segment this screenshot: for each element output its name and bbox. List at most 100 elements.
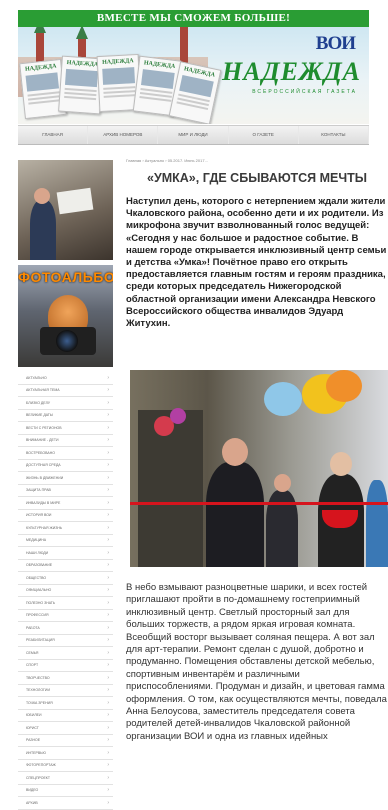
chevron-right-icon: › bbox=[107, 437, 109, 444]
sidebar-menu-item[interactable]: БЛИЗКО ДЕЛУ › bbox=[18, 397, 113, 410]
sidebar-menu-item[interactable]: ЖИЗНЬ В ДВИЖЕНИИ › bbox=[18, 472, 113, 485]
sidebar-menu-item[interactable]: ВЕЛИКИЕ ДАТЫ › bbox=[18, 410, 113, 422]
sidebar-menu-item-label: ОФИЦИАЛЬНО bbox=[26, 588, 52, 593]
chevron-right-icon: › bbox=[107, 524, 109, 531]
sidebar-menu-item[interactable]: РАЗНОЕ › bbox=[18, 735, 113, 747]
nav-item-world-people[interactable]: МИР И ЛЮДИ bbox=[158, 126, 229, 144]
chevron-right-icon: › bbox=[107, 712, 109, 719]
sidebar-menu-item[interactable]: ОБРАЗОВАНИЕ › bbox=[18, 560, 113, 572]
sidebar-menu-item-label: ЮРИСТ bbox=[26, 725, 39, 730]
sidebar-menu-item[interactable]: РАБОТА › bbox=[18, 622, 113, 635]
sidebar-menu-item[interactable]: ИНВАЛИДЫ В МИРЕ › bbox=[18, 497, 113, 510]
sidebar-menu-item-label: НАШИ ЛЮДИ bbox=[26, 550, 49, 555]
voi-logo[interactable]: ВОИ bbox=[316, 33, 356, 55]
boy-head bbox=[34, 188, 50, 204]
sidebar-menu-item-label: АРХИВ bbox=[26, 800, 38, 805]
sidebar-menu-item[interactable]: АКТУАЛЬНАЯ ТЕМА › bbox=[18, 385, 113, 397]
sidebar-menu-item[interactable]: ПОЛЕЗНО ЗНАТЬ › bbox=[18, 597, 113, 610]
sidebar-menu-item[interactable]: ЗАЩИТА ПРАВ › bbox=[18, 485, 113, 497]
sidebar-menu-item[interactable]: ВЕСТИ С РЕГИОНОВ › bbox=[18, 422, 113, 435]
sidebar-menu-item-label: ВИДЕО bbox=[26, 788, 39, 793]
sidebar-menu-item-label: МЕДИЦИНА bbox=[26, 538, 47, 543]
sidebar-menu-item-label: КУЛЬТУРНАЯ ЖИЗНЬ bbox=[26, 525, 63, 530]
sidebar-menu-item[interactable]: СПОРТ › bbox=[18, 660, 113, 672]
paper-masthead: НАДЕЖДА bbox=[143, 60, 176, 71]
photo-album-label: ФОТОАЛЬБОМ bbox=[18, 269, 113, 285]
slogan-bar: ВМЕСТЕ МЫ СМОЖЕМ БОЛЬШЕ! bbox=[18, 10, 369, 27]
sidebar-menu-item[interactable]: ПРОФЕССИЯ › bbox=[18, 610, 113, 622]
sidebar-menu-item[interactable]: ТВОРЧЕСТВО › bbox=[18, 672, 113, 685]
balloon-orange bbox=[326, 370, 362, 402]
sidebar-menu-item[interactable]: ЮРИСТ › bbox=[18, 722, 113, 735]
chevron-right-icon: › bbox=[107, 687, 109, 694]
sidebar-menu-item-label: ЮБИЛЕИ bbox=[26, 713, 42, 718]
sidebar-photo-boy-reading[interactable] bbox=[18, 160, 113, 260]
chevron-right-icon: › bbox=[107, 787, 109, 794]
chevron-right-icon: › bbox=[107, 474, 109, 481]
nav-item-archive[interactable]: АРХИВ НОМЕРОВ bbox=[88, 126, 159, 144]
balloon-blue bbox=[264, 382, 302, 416]
sidebar-menu-item[interactable]: СЕМЬЯ › bbox=[18, 647, 113, 660]
sidebar-menu-item[interactable]: ИСТОРИЯ ВОИ › bbox=[18, 510, 113, 522]
sidebar-menu-item[interactable]: ВНИМАНИЕ - ДЕТИ › bbox=[18, 435, 113, 447]
sidebar-menu-item[interactable]: СПЕЦПРОЕКТ › bbox=[18, 772, 113, 785]
nav-item-home[interactable]: ГЛАВНАЯ bbox=[18, 126, 89, 144]
site-banner[interactable]: НАДЕЖДА НАДЕЖДА НАДЕЖДА НАДЕЖДА НАДЕЖДА … bbox=[18, 27, 369, 124]
sidebar-menu-item-label: СЕМЬЯ bbox=[26, 650, 39, 655]
article-photo-ribbon-cutting[interactable] bbox=[130, 370, 388, 567]
chevron-right-icon: › bbox=[107, 587, 109, 594]
sidebar-menu-item[interactable]: ВИДЕО › bbox=[18, 785, 113, 797]
chevron-right-icon: › bbox=[107, 499, 109, 506]
sidebar-menu-item-label: ОБЩЕСТВО bbox=[26, 575, 47, 580]
chevron-right-icon: › bbox=[107, 462, 109, 469]
sidebar-menu-item-label: ФОТОРЕПОРТАЖ bbox=[26, 763, 56, 768]
sidebar-menu-item[interactable]: АРХИВ › bbox=[18, 797, 113, 810]
nav-item-contacts[interactable]: КОНТАКТЫ bbox=[299, 126, 370, 144]
man-in-coat-figure bbox=[206, 462, 264, 567]
newspaper-prop bbox=[56, 187, 94, 215]
sidebar-menu-item-label: РАЗНОЕ bbox=[26, 738, 41, 743]
chevron-right-icon: › bbox=[107, 412, 109, 419]
sidebar-menu-item[interactable]: ОБЩЕСТВО › bbox=[18, 572, 113, 585]
breadcrumb[interactable]: Главная › Актуально › 05.2017. Июнь 2017… bbox=[126, 158, 208, 163]
sidebar-menu-item-label: ИНТЕРВЬЮ bbox=[26, 750, 47, 755]
chevron-right-icon: › bbox=[107, 449, 109, 456]
sidebar-menu-item-label: ВЕСТИ С РЕГИОНОВ bbox=[26, 425, 62, 430]
man-head bbox=[222, 438, 248, 466]
sidebar-menu-item-label: ПРОФЕССИЯ bbox=[26, 613, 49, 618]
chevron-right-icon: › bbox=[107, 549, 109, 556]
chevron-right-icon: › bbox=[107, 637, 109, 644]
sidebar-menu-item[interactable]: ФОТОРЕПОРТАЖ › bbox=[18, 760, 113, 772]
sidebar-menu-item-label: СПОРТ bbox=[26, 663, 39, 668]
chevron-right-icon: › bbox=[107, 537, 109, 544]
sidebar-menu-item[interactable]: МЕДИЦИНА › bbox=[18, 535, 113, 547]
balloon-purple bbox=[170, 408, 186, 424]
sidebar-menu-item-label: РАБОТА bbox=[26, 625, 40, 630]
sidebar-menu-item[interactable]: ВОСТРЕБОВАНО › bbox=[18, 447, 113, 460]
sidebar-menu-item[interactable]: АКТУАЛЬНО › bbox=[18, 372, 113, 385]
main-nav: ГЛАВНАЯ АРХИВ НОМЕРОВ МИР И ЛЮДИ О ГАЗЕТ… bbox=[18, 125, 370, 145]
chevron-right-icon: › bbox=[107, 424, 109, 431]
sidebar-menu-item[interactable]: ТЕХНОЛОГИИ › bbox=[18, 685, 113, 697]
sidebar-menu-item[interactable]: ОФИЦИАЛЬНО › bbox=[18, 585, 113, 597]
sidebar-menu-item[interactable]: ДОСТУПНАЯ СРЕДА › bbox=[18, 460, 113, 472]
chevron-right-icon: › bbox=[107, 624, 109, 631]
sidebar-menu-item[interactable]: ИНТЕРВЬЮ › bbox=[18, 747, 113, 760]
photo-album-link[interactable]: ФОТОАЛЬБОМ bbox=[18, 265, 113, 367]
sidebar-menu-item[interactable]: НАШИ ЛЮДИ › bbox=[18, 547, 113, 560]
nav-item-about[interactable]: О ГАЗЕТЕ bbox=[229, 126, 299, 144]
sidebar-menu-item-label: ДОСТУПНАЯ СРЕДА bbox=[26, 463, 61, 468]
chevron-right-icon: › bbox=[107, 762, 109, 769]
chevron-right-icon: › bbox=[107, 737, 109, 744]
sidebar-menu-item-label: ВОСТРЕБОВАНО bbox=[26, 450, 55, 455]
boy-figure bbox=[30, 200, 56, 260]
sidebar-menu-item[interactable]: РЕАБИЛИТАЦИЯ › bbox=[18, 635, 113, 647]
sidebar-menu-item-label: ТЕХНОЛОГИИ bbox=[26, 688, 50, 693]
sidebar-menu-item-label: СПЕЦПРОЕКТ bbox=[26, 775, 50, 780]
sidebar-menu-item-label: ИНВАЛИДЫ В МИРЕ bbox=[26, 500, 61, 505]
sidebar-menu-item[interactable]: ТОЧКА ЗРЕНИЯ › bbox=[18, 697, 113, 710]
chevron-right-icon: › bbox=[107, 387, 109, 394]
newspaper-title-logo[interactable]: НАДЕЖДА bbox=[222, 57, 361, 87]
sidebar-menu-item[interactable]: КУЛЬТУРНАЯ ЖИЗНЬ › bbox=[18, 522, 113, 535]
sidebar-menu-item[interactable]: ЮБИЛЕИ › bbox=[18, 710, 113, 722]
